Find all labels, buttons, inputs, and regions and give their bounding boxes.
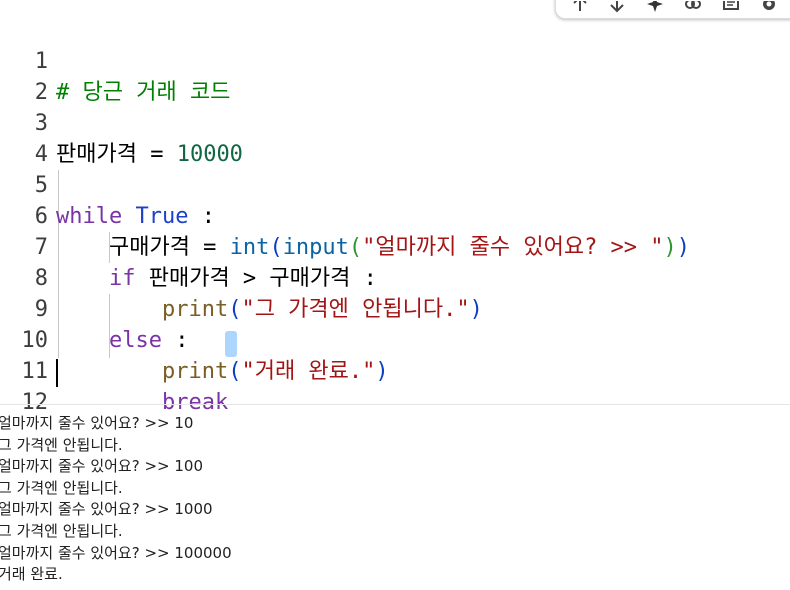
code-line: 3 판매가격 = 10000 xyxy=(0,77,790,167)
output-line: 얼마까지 줄수 있어요? >> 1000 xyxy=(0,500,213,519)
output-line: 그 가격엔 안됩니다. xyxy=(0,478,123,497)
output-line: 그 가격엔 안됩니다. xyxy=(0,435,123,454)
code-line: 1 # 당근 거래 코드 xyxy=(0,15,790,105)
code-editor[interactable]: 1 # 당근 거래 코드 2 3 판매가격 = 10000 4 5 while … xyxy=(0,15,790,415)
comment-icon[interactable] xyxy=(722,1,740,13)
code-line: 6 구매가격 = int(input("얼마까지 줄수 있어요? >> ")) xyxy=(0,170,790,260)
output-line: 얼마까지 줄수 있어요? >> 10 xyxy=(0,414,194,432)
code-line: 4 xyxy=(0,108,790,167)
move-down-icon[interactable] xyxy=(608,1,626,13)
code-line: 10 print("거래 완료.") xyxy=(0,294,790,384)
output-line: 얼마까지 줄수 있어요? >> 100 xyxy=(0,457,204,476)
output-line: 얼마까지 줄수 있어요? >> 100000 xyxy=(0,543,232,562)
cell-output: 얼마까지 줄수 있어요? >> 10 그 가격엔 안됩니다. 얼마까지 줄수 있… xyxy=(0,413,788,586)
selection-highlight xyxy=(225,331,237,357)
code-line: 12 xyxy=(0,356,790,415)
move-up-icon[interactable] xyxy=(571,1,589,13)
text-cursor xyxy=(56,359,58,387)
output-line: 거래 완료. xyxy=(0,565,63,584)
code-line: 8 print("그 가격엔 안됩니다.") xyxy=(0,232,790,322)
code-line: 11 break xyxy=(0,325,790,415)
settings-icon[interactable] xyxy=(760,1,778,13)
code-line: 7 if 판매가격 > 구매가격 : xyxy=(0,201,790,291)
code-line: 9 else : xyxy=(0,263,790,353)
sparkle-icon[interactable] xyxy=(646,1,664,13)
code-line: 2 xyxy=(0,46,790,105)
code-line: 5 while True : xyxy=(0,139,790,229)
output-line: 그 가격엔 안됩니다. xyxy=(0,521,123,540)
output-divider xyxy=(0,404,790,405)
link-icon[interactable] xyxy=(684,1,702,13)
